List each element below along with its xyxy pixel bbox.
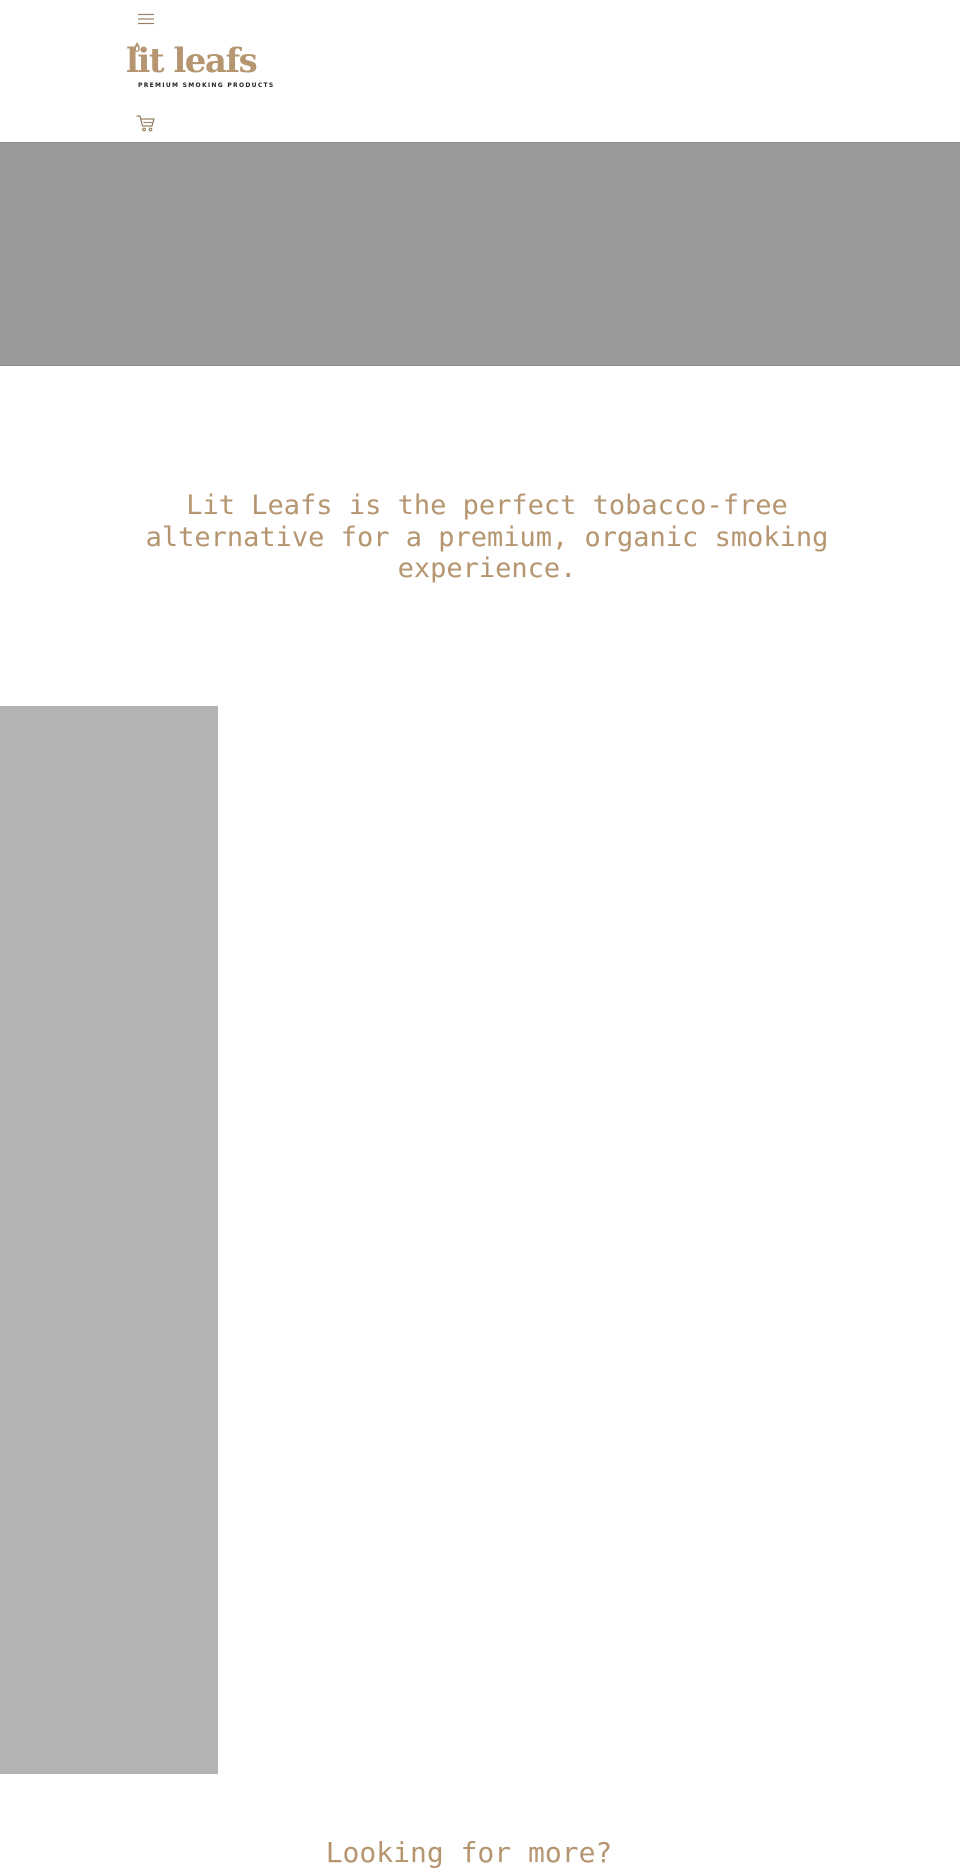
looking-for-more-heading: Looking for more? [325,1836,613,1869]
hero-image-placeholder [0,142,960,366]
logo-wordmark: lit leafs [126,41,258,81]
site-logo[interactable]: lit leafs PREMIUM SMOKING PRODUCTS [126,42,273,94]
shopping-cart-icon[interactable] [135,112,157,134]
intro-tagline: Lit Leafs is the perfect tobacco-free al… [145,490,829,584]
page: lit leafs PREMIUM SMOKING PRODUCTS Lit L… [0,0,960,1875]
side-image-placeholder [0,706,218,1774]
hamburger-menu-icon[interactable] [136,10,156,28]
logo-tagline: PREMIUM SMOKING PRODUCTS [138,82,275,89]
site-header: lit leafs PREMIUM SMOKING PRODUCTS [0,0,960,142]
